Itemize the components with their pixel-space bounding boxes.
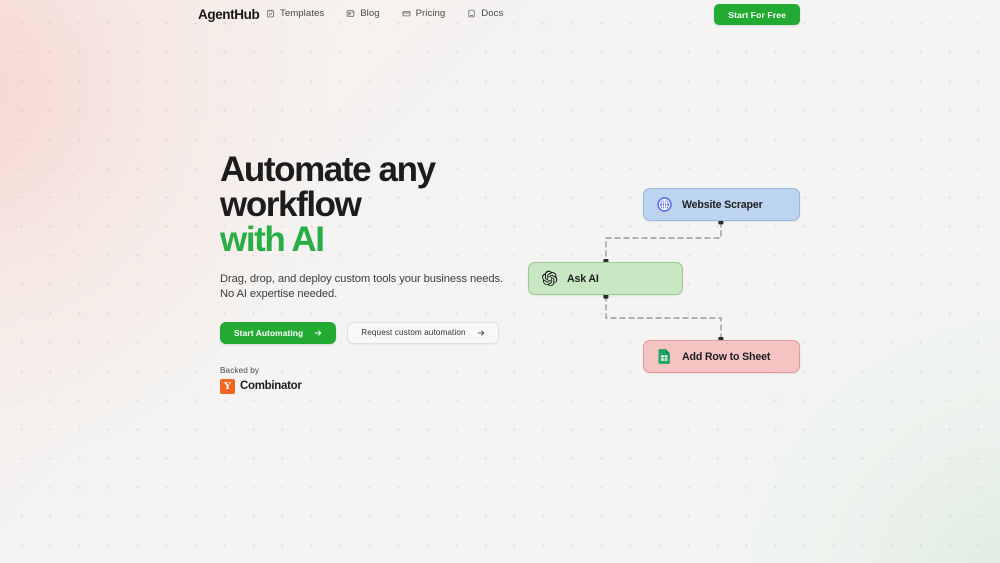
hero-section: Automate any workflow with AI Drag, drop… bbox=[220, 152, 520, 394]
subheadline-line-2: No AI expertise needed. bbox=[220, 287, 520, 302]
openai-icon bbox=[541, 270, 558, 287]
request-custom-automation-button[interactable]: Request custom automation bbox=[347, 322, 498, 344]
headline-accent: with AI bbox=[220, 222, 520, 257]
subheadline-line-1: Drag, drop, and deploy custom tools your… bbox=[220, 272, 520, 287]
backed-by-section: Backed by Y Combinator bbox=[220, 366, 520, 394]
wallet-icon bbox=[402, 9, 411, 18]
button-label: Start Automating bbox=[234, 328, 303, 338]
nav-links-group: Templates Blog Pricing bbox=[266, 8, 503, 19]
nav-item-label: Templates bbox=[280, 8, 324, 19]
headline-line-2: workflow bbox=[220, 187, 520, 222]
start-for-free-button[interactable]: Start For Free bbox=[714, 4, 800, 25]
hero-subheadline: Drag, drop, and deploy custom tools your… bbox=[220, 272, 520, 302]
globe-icon bbox=[656, 196, 673, 213]
workflow-canvas[interactable]: Website Scraper Ask AI Add Row to Sheet bbox=[500, 160, 860, 400]
investor-name: Combinator bbox=[240, 380, 302, 392]
workflow-node-ask-ai[interactable]: Ask AI bbox=[528, 262, 683, 295]
nav-item-templates[interactable]: Templates bbox=[266, 8, 324, 19]
nav-item-label: Pricing bbox=[416, 8, 446, 19]
button-label: Request custom automation bbox=[361, 328, 465, 337]
node-label: Website Scraper bbox=[682, 199, 763, 211]
arrow-right-icon bbox=[477, 329, 485, 337]
arrow-right-icon bbox=[314, 329, 322, 337]
nav-item-docs[interactable]: Docs bbox=[467, 8, 503, 19]
brand-logo[interactable]: AgentHub bbox=[198, 7, 259, 22]
connector-scraper-to-askai bbox=[606, 222, 721, 261]
calendar-check-icon bbox=[266, 9, 275, 18]
connector-askai-to-sheet bbox=[606, 296, 721, 339]
y-combinator-mark-icon: Y bbox=[220, 379, 235, 394]
nav-item-label: Blog bbox=[360, 8, 379, 19]
node-label: Ask AI bbox=[567, 273, 599, 285]
cta-button-group: Start Automating Request custom automati… bbox=[220, 322, 520, 344]
nav-item-label: Docs bbox=[481, 8, 503, 19]
backed-by-label: Backed by bbox=[220, 366, 520, 375]
newspaper-icon bbox=[346, 9, 355, 18]
investor-logo: Y Combinator bbox=[220, 379, 520, 394]
node-label: Add Row to Sheet bbox=[682, 351, 770, 363]
google-sheets-icon bbox=[656, 348, 673, 365]
book-icon bbox=[467, 9, 476, 18]
workflow-node-website-scraper[interactable]: Website Scraper bbox=[643, 188, 800, 221]
page-title: Automate any workflow with AI bbox=[220, 152, 520, 257]
headline-line-1: Automate any bbox=[220, 152, 520, 187]
start-automating-button[interactable]: Start Automating bbox=[220, 322, 336, 344]
top-navigation-bar: AgentHub Templates Blog bbox=[0, 0, 1000, 29]
nav-item-pricing[interactable]: Pricing bbox=[402, 8, 446, 19]
nav-item-blog[interactable]: Blog bbox=[346, 8, 379, 19]
workflow-node-add-row-to-sheet[interactable]: Add Row to Sheet bbox=[643, 340, 800, 373]
